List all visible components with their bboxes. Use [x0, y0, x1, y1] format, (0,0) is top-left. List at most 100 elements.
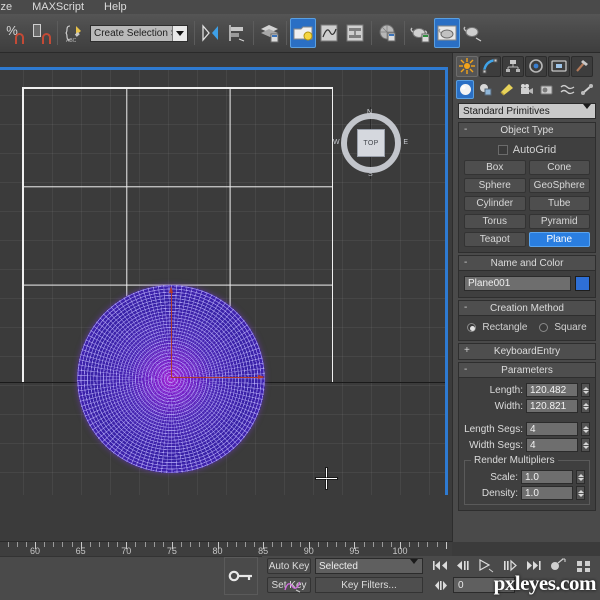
chevron-down-icon[interactable]	[583, 104, 591, 120]
selection-set-combo[interactable]: Create Selection Se	[90, 24, 188, 42]
mirror-icon[interactable]	[198, 18, 224, 48]
density-label: Density:	[481, 487, 518, 499]
object-color-swatch[interactable]	[575, 276, 590, 291]
parameters-collapse-toggle[interactable]: -	[464, 364, 467, 375]
density-spinner[interactable]	[576, 486, 585, 500]
toolbar-separator	[404, 21, 405, 45]
shapes-subtab[interactable]	[476, 80, 494, 99]
teapot-button[interactable]: Teapot	[464, 232, 526, 247]
pyramid-button[interactable]: Pyramid	[528, 214, 590, 229]
length-label: Length:	[489, 384, 523, 396]
density-input[interactable]: 1.0	[521, 486, 573, 500]
named-selection-sets-icon[interactable]: ABC	[61, 18, 87, 48]
auto-key-button[interactable]: Auto Key	[267, 558, 311, 574]
menu-maxscript[interactable]: MAXScript	[22, 0, 94, 14]
plane-button[interactable]: Plane	[528, 232, 590, 247]
previous-frame-button[interactable]	[452, 557, 473, 574]
key-curve-glyph	[283, 581, 301, 592]
set-key-mode-button[interactable]	[224, 557, 258, 595]
time-ruler[interactable]: 60 65 70 75 80 85 90 95 100	[0, 541, 452, 556]
name-and-color-collapse-toggle[interactable]: -	[464, 257, 467, 268]
render-production-icon[interactable]	[408, 18, 434, 48]
width-spinner[interactable]	[581, 399, 590, 413]
viewcube-face[interactable]: TOP	[357, 129, 385, 157]
geometry-subtab[interactable]	[456, 79, 475, 99]
keyboard-entry-header[interactable]: + KeyboardEntry	[459, 344, 595, 359]
helpers-subtab[interactable]	[538, 80, 556, 99]
viewcube-west-label: W	[333, 139, 340, 146]
square-radio[interactable]	[539, 323, 549, 332]
scale-input[interactable]: 1.0	[521, 470, 573, 484]
ruler-tick-minor	[117, 542, 119, 547]
object-type-collapse-toggle[interactable]: -	[464, 124, 467, 135]
spinner-snap-icon[interactable]	[28, 18, 54, 48]
object-type-rollout: - Object Type AutoGrid Box Cone Sphere G…	[458, 122, 596, 253]
schematic-view-icon[interactable]	[342, 18, 368, 48]
length-segs-spinner[interactable]	[581, 422, 590, 436]
key-curve-icon[interactable]	[282, 577, 303, 594]
ruler-tick-label: 95	[349, 546, 360, 556]
chevron-down-icon[interactable]	[410, 559, 418, 575]
toolbar-separator	[194, 21, 195, 45]
utilities-tab[interactable]	[571, 55, 593, 77]
perspective-viewport[interactable]: TOP N S W E	[0, 67, 448, 495]
geosphere-button[interactable]: GeoSphere	[528, 178, 590, 193]
cone-button[interactable]: Cone	[528, 160, 590, 175]
hierarchy-tab[interactable]	[502, 55, 524, 77]
key-filters-button[interactable]: Key Filters...	[315, 577, 423, 593]
render-frame-window-icon[interactable]	[434, 18, 460, 48]
schematic-view-glyph	[346, 24, 364, 42]
tube-button[interactable]: Tube	[528, 196, 590, 211]
scale-spinner[interactable]	[576, 470, 585, 484]
rectangle-radio[interactable]	[467, 323, 477, 332]
chevron-down-icon[interactable]	[172, 25, 187, 41]
sphere-button[interactable]: Sphere	[464, 178, 526, 193]
percent-snap-icon[interactable]: %	[2, 18, 28, 48]
box-button[interactable]: Box	[464, 160, 526, 175]
create-tab[interactable]	[456, 55, 478, 77]
category-dropdown[interactable]: Standard Primitives	[458, 103, 596, 120]
ruler-tick-minor	[144, 542, 146, 547]
space-warps-subtab[interactable]	[558, 80, 576, 99]
density-row: Density: 1.0	[469, 485, 585, 501]
viewcube[interactable]: TOP N S W E	[333, 107, 408, 179]
motion-tab[interactable]	[525, 55, 547, 77]
layer-manager-icon[interactable]	[257, 18, 283, 48]
align-icon[interactable]	[224, 18, 250, 48]
render-setup-icon[interactable]	[290, 18, 316, 48]
creation-method-header[interactable]: - Creation Method	[459, 301, 595, 316]
width-segs-input[interactable]: 4	[526, 438, 578, 452]
torus-button[interactable]: Torus	[464, 214, 526, 229]
key-mode-combo[interactable]: Selected	[315, 558, 423, 575]
width-segs-spinner[interactable]	[581, 438, 590, 452]
cylinder-button[interactable]: Cylinder	[464, 196, 526, 211]
systems-subtab[interactable]	[579, 80, 597, 99]
modify-tab[interactable]	[479, 55, 501, 77]
menu-help[interactable]: Help	[94, 0, 137, 14]
object-name-input[interactable]: Plane001	[464, 276, 571, 291]
length-spinner[interactable]	[581, 383, 590, 397]
length-input[interactable]: 120.482	[526, 383, 578, 397]
width-label: Width:	[494, 400, 523, 412]
key-mode-toggle-button[interactable]	[430, 577, 451, 594]
curve-editor-icon[interactable]	[316, 18, 342, 48]
autogrid-row[interactable]: AutoGrid	[464, 142, 590, 160]
material-editor-icon[interactable]	[375, 18, 401, 48]
ruler-tick-minor	[372, 542, 374, 547]
render-iterative-icon[interactable]	[460, 18, 486, 48]
menu-customize[interactable]: ize	[0, 0, 22, 14]
parameters-header[interactable]: - Parameters	[459, 363, 595, 378]
viewport-canvas[interactable]: TOP N S W E	[0, 70, 445, 495]
length-segs-input[interactable]: 4	[526, 422, 578, 436]
object-type-header[interactable]: - Object Type	[459, 123, 595, 138]
width-input[interactable]: 120.821	[526, 399, 578, 413]
lights-subtab[interactable]	[497, 80, 515, 99]
width-segs-label: Width Segs:	[469, 439, 523, 451]
goto-start-button[interactable]	[430, 557, 451, 574]
autogrid-checkbox[interactable]	[497, 145, 508, 155]
name-and-color-header[interactable]: - Name and Color	[459, 256, 595, 271]
display-tab[interactable]	[548, 55, 570, 77]
cameras-subtab[interactable]	[517, 80, 535, 99]
keyboard-entry-expand-toggle[interactable]: +	[464, 345, 470, 356]
creation-method-collapse-toggle[interactable]: -	[464, 302, 467, 313]
